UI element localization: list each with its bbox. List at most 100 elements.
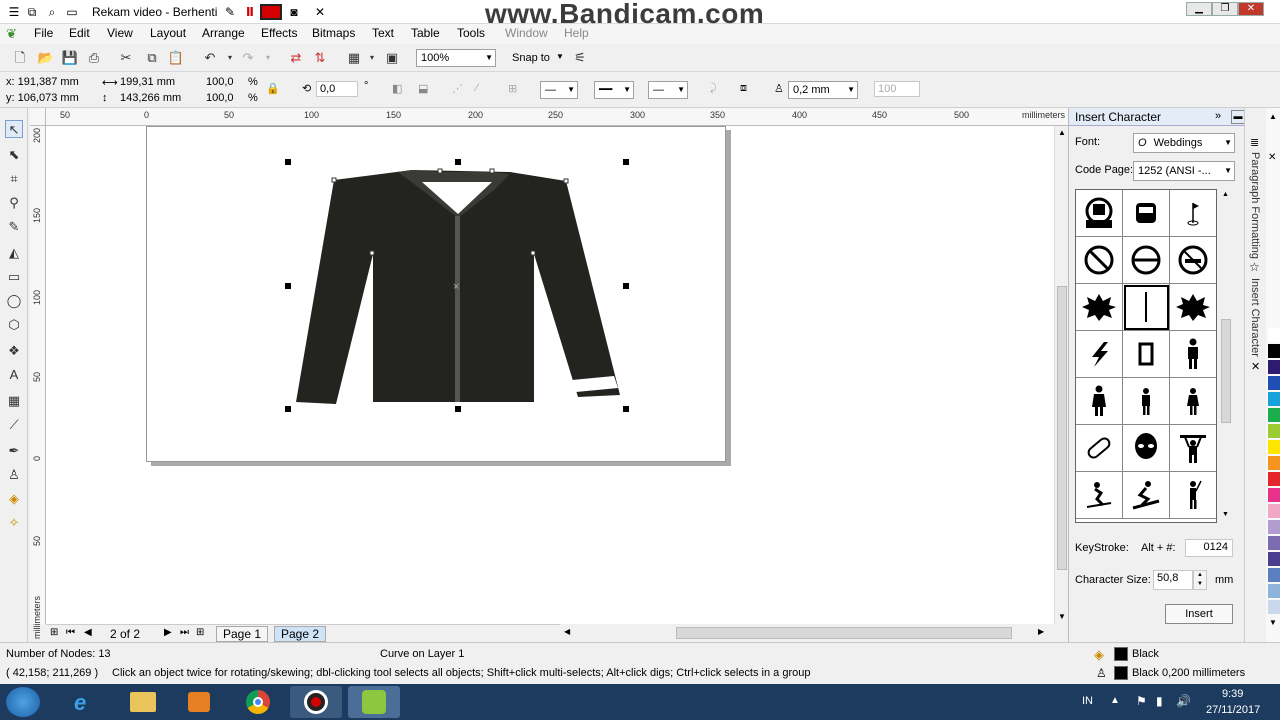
glyph-cell[interactable] (1076, 425, 1123, 472)
media-icon (188, 692, 210, 712)
tab-paragraph-formatting[interactable]: Paragraph Formatting (1249, 152, 1261, 259)
swatch-light-blue[interactable] (1268, 584, 1280, 598)
swatch-black[interactable] (1268, 344, 1280, 358)
tab-close-icon[interactable]: ✕ (1251, 360, 1260, 373)
windows-taskbar: e IN ▲ ⚑ ▮ 🔊 9:39 27/11/2017 (0, 684, 1280, 720)
fill-color-swatch[interactable] (1114, 647, 1128, 661)
swatch-pale-blue[interactable] (1268, 600, 1280, 614)
clock-date[interactable]: 27/11/2017 (1206, 704, 1260, 716)
glyph-cell[interactable] (1170, 378, 1216, 425)
palette-down-icon[interactable]: ▼ (1269, 618, 1277, 627)
char-size-field[interactable]: 50,8 (1153, 570, 1193, 590)
scroll-right-icon[interactable]: ▶ (1038, 627, 1044, 636)
glyph-cell[interactable] (1076, 472, 1123, 519)
glyph-cell[interactable] (1123, 472, 1170, 519)
character-grid-scrollbar[interactable]: ▲ ▼ (1219, 189, 1233, 523)
swatch-blue[interactable] (1268, 376, 1280, 390)
swatch-steel-blue[interactable] (1268, 568, 1280, 582)
last-page-icon[interactable]: ⏭ (180, 627, 189, 638)
glyph-cell[interactable] (1123, 378, 1170, 425)
scroll-left-icon[interactable]: ◀ (564, 627, 570, 636)
palette-up-icon[interactable]: ▲ (1269, 112, 1277, 121)
swatch-white[interactable] (1268, 328, 1280, 342)
girl-icon (1187, 388, 1199, 415)
glyph-cell[interactable] (1170, 284, 1216, 331)
docker-expand-icon[interactable]: » (1215, 110, 1221, 122)
character-grid[interactable] (1075, 189, 1217, 523)
swatch-dark-violet[interactable] (1268, 360, 1280, 374)
add-page-after-icon[interactable]: ⊞ (196, 627, 204, 638)
input-language[interactable]: IN (1082, 695, 1093, 707)
first-page-icon[interactable]: ⏮ (66, 627, 75, 638)
glyph-cell[interactable] (1076, 237, 1123, 284)
volume-icon[interactable]: 🔊 (1176, 694, 1191, 708)
horizontal-scroll-thumb[interactable] (676, 627, 1012, 639)
glyph-cell[interactable] (1170, 472, 1216, 519)
taskbar-file-explorer[interactable] (116, 686, 168, 718)
glyph-cell[interactable] (1123, 237, 1170, 284)
scroll-up-icon[interactable]: ▲ (1222, 191, 1229, 198)
glyph-cell[interactable] (1076, 284, 1123, 331)
taskbar-internet-explorer[interactable]: e (58, 686, 110, 718)
opentype-icon: O (1138, 137, 1147, 149)
tray-expand-icon[interactable]: ▲ (1110, 695, 1120, 706)
taskbar-media-player[interactable] (172, 686, 224, 718)
network-icon[interactable]: ▮ (1156, 694, 1163, 708)
codepage-value: 1252 (ANSI -... (1138, 165, 1211, 177)
no-fill-icon[interactable]: ✕ (1268, 152, 1276, 163)
swatch-green[interactable] (1268, 408, 1280, 422)
glyph-cell[interactable] (1076, 331, 1123, 378)
vertical-scroll-thumb[interactable] (1057, 286, 1067, 570)
vertical-scrollbar[interactable]: ▲ ▼ (1054, 126, 1068, 624)
tab-page-1[interactable]: Page 1 (216, 626, 269, 642)
prohibited-icon (1084, 245, 1114, 275)
clock-time[interactable]: 9:39 (1222, 688, 1243, 700)
prev-page-icon[interactable]: ◀ (84, 627, 92, 638)
keystroke-field[interactable]: 0124 (1185, 539, 1233, 557)
font-combo[interactable]: O Webdings ▼ (1133, 133, 1235, 153)
swatch-indigo[interactable] (1268, 552, 1280, 566)
cursor-coordinates: ( 42,158; 211,269 ) (6, 667, 99, 679)
char-size-spinner[interactable]: ▲ ▼ (1193, 570, 1207, 590)
glyph-cell[interactable] (1076, 190, 1123, 237)
glyph-cell[interactable] (1076, 378, 1123, 425)
bandage-icon (1087, 437, 1111, 459)
swatch-pink[interactable] (1268, 504, 1280, 518)
add-page-icon[interactable]: ⊞ (50, 627, 58, 638)
glyph-cell[interactable] (1170, 331, 1216, 378)
jacket-zipper (455, 216, 460, 402)
glyph-cell[interactable] (1123, 190, 1170, 237)
glyph-cell[interactable] (1170, 237, 1216, 284)
swatch-cyan[interactable] (1268, 392, 1280, 406)
scroll-down-icon[interactable]: ▼ (1222, 511, 1229, 518)
grid-scroll-thumb[interactable] (1221, 319, 1231, 423)
glyph-cell[interactable] (1170, 190, 1216, 237)
swatch-lime[interactable] (1268, 424, 1280, 438)
glyph-cell[interactable] (1123, 331, 1170, 378)
glyph-cell-selected[interactable] (1123, 284, 1170, 331)
taskbar-coreldraw[interactable] (348, 686, 400, 718)
keystroke-prefix: Alt + #: (1141, 542, 1176, 554)
glyph-cell[interactable] (1170, 425, 1216, 472)
horizontal-scrollbar[interactable]: ◀ ▶ (560, 624, 1068, 642)
taskbar-bandicam[interactable] (290, 686, 342, 718)
swatch-lavender[interactable] (1268, 520, 1280, 534)
swatch-orange[interactable] (1268, 456, 1280, 470)
swatch-yellow[interactable] (1268, 440, 1280, 454)
swatch-purple[interactable] (1268, 536, 1280, 550)
insert-button[interactable]: Insert (1165, 604, 1233, 624)
scroll-up-icon[interactable]: ▲ (1058, 128, 1066, 137)
outline-color-swatch[interactable] (1114, 666, 1128, 680)
docker-minimize-icon[interactable]: ▬ (1231, 110, 1245, 124)
start-button[interactable] (6, 687, 40, 717)
next-page-icon[interactable]: ▶ (164, 627, 172, 638)
tab-page-2[interactable]: Page 2 (274, 626, 327, 642)
codepage-combo[interactable]: 1252 (ANSI -... ▼ (1133, 161, 1235, 181)
scroll-down-icon[interactable]: ▼ (1058, 612, 1066, 621)
swatch-magenta[interactable] (1268, 488, 1280, 502)
swatch-red[interactable] (1268, 472, 1280, 486)
tab-insert-character[interactable]: Insert Character (1249, 278, 1261, 357)
taskbar-chrome[interactable] (232, 686, 284, 718)
action-center-icon[interactable]: ⚑ (1136, 694, 1147, 708)
glyph-cell[interactable] (1123, 425, 1170, 472)
